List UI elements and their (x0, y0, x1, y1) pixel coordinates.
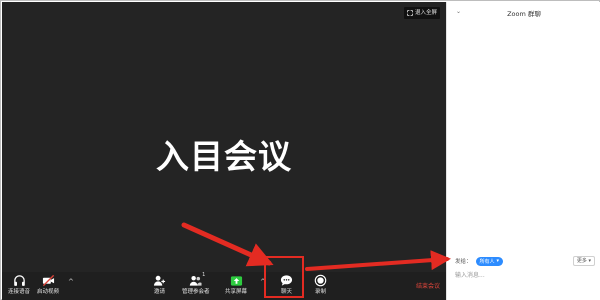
meeting-toolbar: 连接语音 启动视频 ^ 邀请 1 管理参会者 共享屏幕 ^ 聊天 录制 结束会议 (2, 272, 446, 300)
video-options-caret[interactable]: ^ (68, 278, 74, 286)
record-label: 录制 (314, 289, 326, 295)
exit-fullscreen-button[interactable]: 退入全屏 (403, 7, 440, 19)
zoom-window: 退入全屏 入目会议 连接语音 启动视频 ^ 邀请 1 管理参会者 共享屏幕 ^ … (0, 0, 600, 300)
chat-title: Zoom 群聊 (507, 10, 541, 18)
meeting-view: 退入全屏 入目会议 连接语音 启动视频 ^ 邀请 1 管理参会者 共享屏幕 ^ … (2, 2, 446, 300)
exit-fullscreen-label: 退入全屏 (414, 10, 437, 16)
manage-participants-button[interactable]: 1 管理参会者 (182, 272, 210, 296)
invite-label: 邀请 (153, 289, 165, 295)
chat-header: ⌄ Zoom 群聊 (447, 2, 600, 22)
send-to-row: 发给： 所有人 ▾ 更多 ▾ (455, 256, 595, 266)
record-button[interactable]: 录制 (314, 274, 327, 296)
meeting-title: 入目会议 (156, 137, 292, 176)
chat-message-input[interactable] (455, 269, 593, 281)
send-to-label: 发给： (455, 259, 472, 265)
chat-button-highlight (264, 256, 304, 298)
chat-panel: ⌄ Zoom 群聊 发给： 所有人 ▾ 更多 ▾ (446, 2, 600, 300)
share-screen-button[interactable]: 共享屏幕 (225, 274, 247, 296)
join-audio-label: 连接语音 (8, 289, 31, 295)
video-off-icon (42, 274, 54, 287)
record-icon (314, 274, 327, 287)
invite-button[interactable]: 邀请 (153, 274, 166, 296)
share-screen-label: 共享屏幕 (225, 289, 248, 295)
invite-icon (153, 275, 166, 286)
start-video-label: 启动视频 (37, 289, 60, 295)
dropdown-caret-icon: ▾ (496, 258, 500, 264)
end-meeting-button[interactable]: 结束会议 (416, 281, 440, 290)
share-screen-icon (230, 276, 242, 286)
more-button[interactable]: 更多 ▾ (572, 256, 595, 266)
recipient-dropdown[interactable]: 所有人 ▾ (475, 256, 504, 266)
more-label: 更多 (576, 258, 587, 264)
join-audio-button[interactable]: 连接语音 (8, 274, 30, 296)
participants-count: 1 (202, 272, 206, 278)
manage-participants-label: 管理参会者 (182, 289, 210, 295)
headphones-icon (13, 275, 25, 286)
start-video-button[interactable]: 启动视频 (37, 274, 59, 296)
recipient-value: 所有人 (479, 258, 495, 265)
fullscreen-icon (407, 10, 413, 16)
participants-icon (189, 275, 202, 286)
